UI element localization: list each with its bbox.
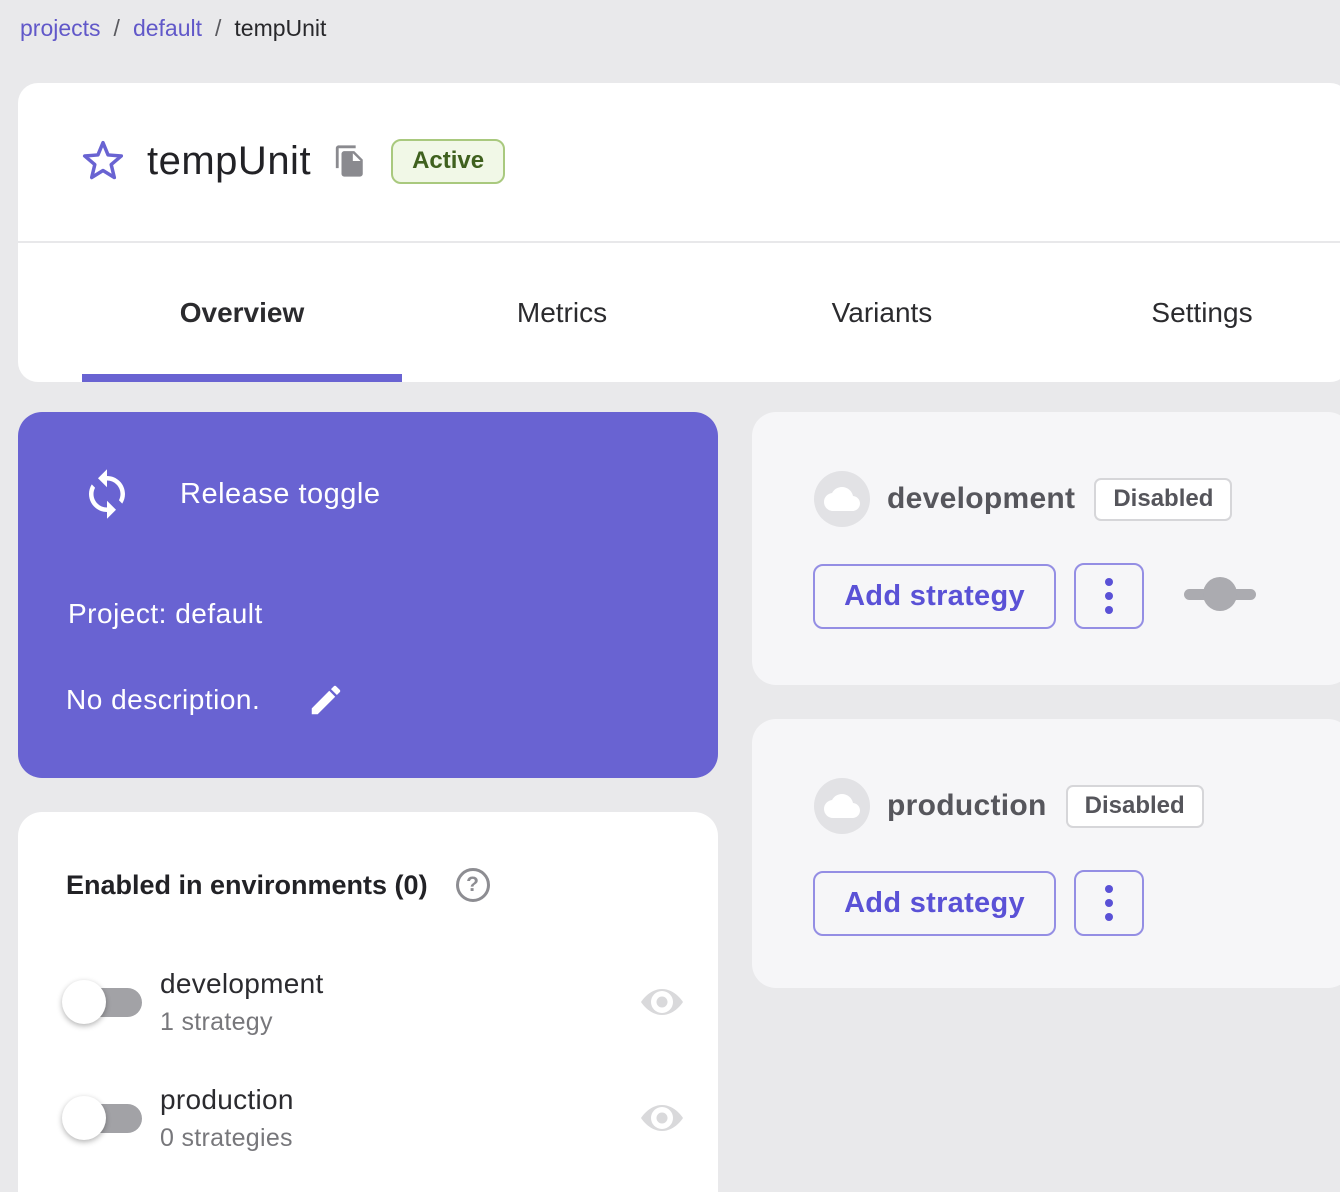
switch-thumb	[62, 1096, 106, 1140]
tab-variants[interactable]: Variants	[722, 243, 1042, 382]
visibility-button[interactable]	[640, 1097, 684, 1139]
enabled-environments-card: Enabled in environments (0) ? developmen…	[18, 812, 718, 1192]
environment-name: development	[887, 482, 1075, 516]
loop-arrows-icon	[80, 467, 134, 521]
active-tab-indicator	[82, 374, 402, 382]
environment-actions: Add strategy	[813, 563, 1262, 629]
more-options-button[interactable]	[1074, 563, 1144, 629]
environment-actions: Add strategy	[813, 870, 1144, 936]
tab-metrics[interactable]: Metrics	[402, 243, 722, 382]
breadcrumb-separator: /	[215, 15, 221, 42]
environment-name: production	[887, 789, 1047, 823]
environment-toggle-row-production: production 0 strategies	[62, 1076, 692, 1160]
eye-icon	[640, 982, 684, 1022]
cloud-icon	[824, 788, 860, 824]
environment-card-development: development Disabled Add strategy	[752, 412, 1340, 685]
copy-icon	[333, 143, 367, 179]
breadcrumb-separator: /	[114, 15, 120, 42]
tab-bar: Overview Metrics Variants Settings	[82, 243, 1340, 382]
row-labels: production 0 strategies	[160, 1084, 294, 1153]
development-enable-switch[interactable]	[62, 980, 142, 1024]
project-label: Project: default	[68, 598, 263, 630]
star-icon	[81, 139, 125, 183]
environment-avatar	[814, 778, 870, 834]
environment-row-name: development	[160, 968, 324, 1000]
feature-title-row: tempUnit Active	[81, 135, 505, 187]
kebab-icon	[1105, 578, 1113, 614]
more-options-button[interactable]	[1074, 870, 1144, 936]
environment-status-badge: Disabled	[1094, 478, 1232, 521]
copy-feature-name-button[interactable]	[331, 141, 369, 181]
production-enable-switch[interactable]	[62, 1096, 142, 1140]
feature-header-card: tempUnit Active Overview Metrics Variant…	[18, 83, 1340, 382]
add-strategy-button[interactable]: Add strategy	[813, 564, 1056, 629]
favorite-star-button[interactable]	[81, 139, 125, 183]
environment-status-badge: Disabled	[1066, 785, 1204, 828]
environment-header: development Disabled	[814, 471, 1232, 527]
release-toggle-card: Release toggle Project: default No descr…	[18, 412, 718, 778]
environment-strategy-count: 0 strategies	[160, 1124, 294, 1153]
breadcrumb: projects / default / tempUnit	[20, 15, 326, 42]
visibility-button[interactable]	[640, 981, 684, 1023]
breadcrumb-link-default[interactable]: default	[133, 15, 202, 42]
page-title: tempUnit	[147, 139, 311, 184]
environment-card-production: production Disabled Add strategy	[752, 719, 1340, 988]
status-badge: Active	[391, 139, 505, 184]
toggle-type-row: Release toggle	[80, 467, 380, 521]
edit-description-button[interactable]	[306, 680, 346, 720]
breadcrumb-current: tempUnit	[234, 15, 326, 42]
enabled-environments-title: Enabled in environments (0)	[66, 870, 428, 901]
tab-overview[interactable]: Overview	[82, 243, 402, 382]
toggle-type-label: Release toggle	[180, 478, 380, 511]
row-labels: development 1 strategy	[160, 968, 324, 1037]
eye-icon	[640, 1098, 684, 1138]
cloud-icon	[824, 481, 860, 517]
switch-thumb	[62, 980, 106, 1024]
environment-toggle-row-development: development 1 strategy	[62, 960, 692, 1044]
environment-header: production Disabled	[814, 778, 1204, 834]
enabled-title-row: Enabled in environments (0) ?	[66, 868, 490, 902]
environment-strategy-count: 1 strategy	[160, 1008, 324, 1037]
description-row: No description.	[66, 680, 346, 720]
tab-settings[interactable]: Settings	[1042, 243, 1340, 382]
breadcrumb-link-projects[interactable]: projects	[20, 15, 101, 42]
add-strategy-button[interactable]: Add strategy	[813, 871, 1056, 936]
rollout-strategy-icon[interactable]	[1178, 572, 1262, 621]
environment-avatar	[814, 471, 870, 527]
pencil-icon	[307, 681, 345, 719]
help-icon[interactable]: ?	[456, 868, 490, 902]
kebab-icon	[1105, 885, 1113, 921]
description-text: No description.	[66, 684, 260, 716]
environment-row-name: production	[160, 1084, 294, 1116]
